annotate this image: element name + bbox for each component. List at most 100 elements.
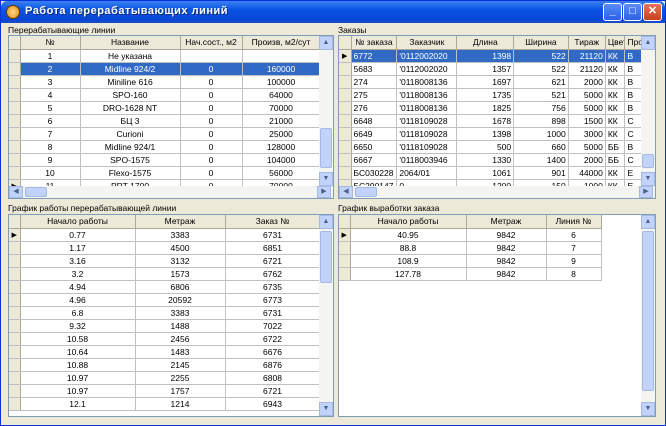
table-cell[interactable] xyxy=(180,49,243,63)
table-cell[interactable]: 0 xyxy=(180,62,243,76)
row-indicator[interactable] xyxy=(339,101,352,115)
table-cell[interactable]: 6650 xyxy=(351,140,398,154)
row-indicator[interactable] xyxy=(339,127,352,141)
table-cell[interactable]: 6676 xyxy=(225,345,321,359)
column-header[interactable]: Начало работы xyxy=(20,215,136,229)
table-row[interactable]: 10.97 2255 6808 xyxy=(9,371,321,385)
table-cell[interactable]: 7 xyxy=(20,127,81,141)
order-schedule-grid[interactable]: Начало работы Метраж Линия № ▶ 40.95 9842 6 88… xyxy=(338,214,656,417)
row-indicator[interactable] xyxy=(339,140,352,154)
table-cell[interactable]: 756 xyxy=(513,101,569,115)
table-cell[interactable]: 6876 xyxy=(225,358,321,372)
table-cell[interactable]: 6772 xyxy=(351,49,398,63)
table-row[interactable]: 6667'0118003946 1330 1400 2000 ББ С xyxy=(339,153,643,167)
table-cell[interactable]: КК xyxy=(605,166,626,180)
table-cell[interactable]: 6648 xyxy=(351,114,398,128)
row-indicator[interactable] xyxy=(9,397,21,411)
table-row[interactable]: 3.2 1573 6762 xyxy=(9,267,321,281)
column-header[interactable]: Метраж xyxy=(135,215,226,229)
table-cell[interactable]: 56000 xyxy=(242,166,321,180)
table-cell[interactable]: 100000 xyxy=(242,75,321,89)
table-cell[interactable]: 898 xyxy=(513,114,569,128)
table-cell[interactable]: 21120 xyxy=(568,49,606,63)
table-cell[interactable]: '0118008136 xyxy=(396,101,458,115)
table-cell[interactable]: 0 xyxy=(180,75,243,89)
table-cell[interactable]: 6649 xyxy=(351,127,398,141)
table-cell[interactable]: КК xyxy=(605,75,626,89)
table-row[interactable]: 6 БЦ 3 0 21000 xyxy=(9,114,321,128)
table-cell[interactable]: 500 xyxy=(456,140,515,154)
table-cell[interactable]: 127.78 xyxy=(350,267,467,281)
line-schedule-grid[interactable]: Начало работы Метраж Заказ № ▶ 0.77 3383 6731… xyxy=(8,214,334,417)
table-cell[interactable]: 6731 xyxy=(225,306,321,320)
table-cell[interactable]: 160000 xyxy=(242,62,321,76)
row-indicator[interactable] xyxy=(9,254,21,268)
row-indicator[interactable] xyxy=(9,114,21,128)
close-button[interactable]: ✕ xyxy=(643,3,662,21)
table-cell[interactable]: 1483 xyxy=(135,345,226,359)
table-cell[interactable]: В xyxy=(624,49,643,63)
lines-vscrollbar[interactable]: ▲ ▼ xyxy=(319,36,333,186)
table-cell[interactable]: 6762 xyxy=(225,267,321,281)
table-cell[interactable]: 25000 xyxy=(242,127,321,141)
table-cell[interactable]: 1825 xyxy=(456,101,515,115)
row-indicator[interactable] xyxy=(9,371,21,385)
table-cell[interactable]: 2000 xyxy=(568,75,606,89)
table-cell[interactable]: 6808 xyxy=(225,371,321,385)
table-cell[interactable]: '0118109028 xyxy=(396,114,458,128)
table-row[interactable]: 4.94 6806 6735 xyxy=(9,280,321,294)
scroll-right-arrow-icon[interactable]: ▶ xyxy=(317,186,331,198)
table-cell[interactable]: 10.97 xyxy=(20,371,136,385)
table-cell[interactable]: 104000 xyxy=(242,153,321,167)
table-cell[interactable]: 108.9 xyxy=(350,254,467,268)
table-cell[interactable]: 10.64 xyxy=(20,345,136,359)
table-cell[interactable]: 1214 xyxy=(135,397,226,411)
column-header[interactable]: № xyxy=(20,36,81,50)
table-cell[interactable]: 1330 xyxy=(456,153,515,167)
table-cell[interactable]: 0 xyxy=(180,140,243,154)
scroll-down-arrow-icon[interactable]: ▼ xyxy=(319,172,333,186)
table-cell[interactable]: 9 xyxy=(20,153,81,167)
table-cell[interactable]: 6721 xyxy=(225,384,321,398)
table-row[interactable]: 4.96 20592 6773 xyxy=(9,293,321,307)
row-indicator[interactable] xyxy=(9,153,21,167)
table-cell[interactable]: 6722 xyxy=(225,332,321,346)
table-row[interactable]: 10.64 1483 6676 xyxy=(9,345,321,359)
table-cell[interactable]: 10.97 xyxy=(20,384,136,398)
table-row[interactable]: 1 Не указана xyxy=(9,49,321,63)
table-cell[interactable]: 5000 xyxy=(568,140,606,154)
table-cell[interactable]: 6721 xyxy=(225,254,321,268)
table-cell[interactable]: 6773 xyxy=(225,293,321,307)
table-cell[interactable]: 2255 xyxy=(135,371,226,385)
table-row[interactable]: 5683'0112002020 1357 522 21120 КК В xyxy=(339,62,643,76)
table-cell[interactable]: С xyxy=(624,114,643,128)
current-row-arrow-icon[interactable]: ▶ xyxy=(9,228,21,242)
scroll-down-arrow-icon[interactable]: ▼ xyxy=(319,402,333,416)
table-cell[interactable]: 8 xyxy=(546,267,602,281)
orders-grid[interactable]: № заказаЗаказчикДлинаШиринаТиражЦветПро … xyxy=(338,35,656,199)
scroll-up-arrow-icon[interactable]: ▲ xyxy=(641,36,655,50)
row-indicator[interactable] xyxy=(9,280,21,294)
column-header[interactable]: Произв, м2/сут xyxy=(242,36,321,50)
table-cell[interactable]: 3383 xyxy=(135,228,226,242)
table-cell[interactable]: '0112002020 xyxy=(396,49,458,63)
table-cell[interactable]: 10 xyxy=(20,166,81,180)
table-cell[interactable]: БС030228 xyxy=(351,166,398,180)
table-cell[interactable]: 3132 xyxy=(135,254,226,268)
table-row[interactable]: 88.8 9842 7 xyxy=(339,241,602,255)
table-cell[interactable]: Midline 924/1 xyxy=(80,140,181,154)
table-cell[interactable]: С xyxy=(624,153,643,167)
order-schedule-vscrollbar[interactable]: ▲ ▼ xyxy=(641,215,655,416)
table-cell[interactable]: 275 xyxy=(351,88,398,102)
table-cell[interactable]: 2 xyxy=(20,62,81,76)
table-cell[interactable]: 6731 xyxy=(225,228,321,242)
table-cell[interactable]: КК xyxy=(605,88,626,102)
row-indicator[interactable] xyxy=(9,62,21,76)
row-indicator[interactable] xyxy=(9,319,21,333)
scroll-up-arrow-icon[interactable]: ▲ xyxy=(319,215,333,229)
table-cell[interactable]: 1678 xyxy=(456,114,515,128)
table-cell[interactable]: КК xyxy=(605,101,626,115)
table-cell[interactable]: ББ xyxy=(605,140,626,154)
table-cell[interactable]: 5000 xyxy=(568,101,606,115)
table-cell[interactable]: 0 xyxy=(180,127,243,141)
